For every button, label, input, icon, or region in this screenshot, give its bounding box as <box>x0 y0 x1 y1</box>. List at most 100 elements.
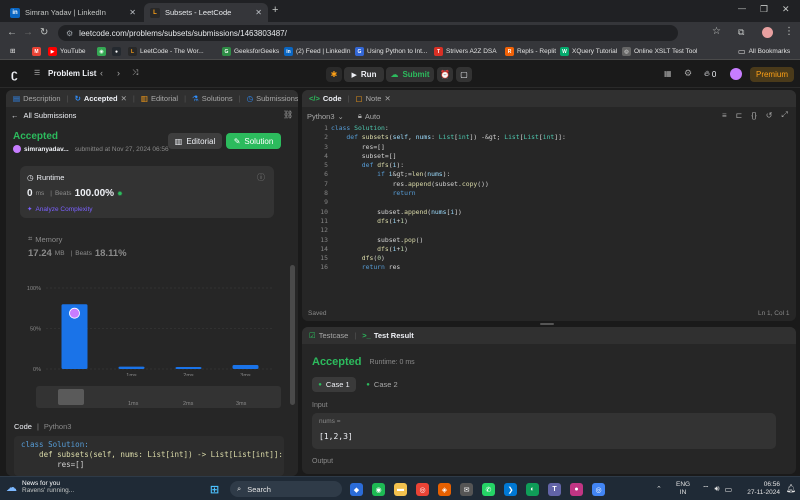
close-icon[interactable]: ✕ <box>255 8 262 17</box>
case-1-tab[interactable]: ● Case 1 <box>312 377 356 392</box>
code-area[interactable]: 1 2 3 4 5 6 7 8 9 10 11 12 13 14 15 16 class Solution: … <box>306 124 792 274</box>
alarm-button[interactable]: ⏰ <box>437 67 453 82</box>
streak-counter[interactable]: 🔥︎ 0 <box>704 69 716 79</box>
code-line[interactable]: subset.pop() <box>331 236 566 245</box>
chrome-menu-icon[interactable]: ⋮ <box>784 26 794 37</box>
notifications-icon[interactable]: 🔔︎ <box>786 484 796 493</box>
app-icon-2[interactable]: ● <box>570 483 583 496</box>
teams-icon[interactable]: T <box>548 483 561 496</box>
all-bookmarks[interactable]: ▭ All Bookmarks <box>738 47 790 56</box>
bookmark-xslt[interactable]: ◎ Online XSLT Test Tool <box>622 47 697 56</box>
forward-icon[interactable]: → <box>23 27 33 38</box>
chrome-profile-icon[interactable]: ◎ <box>592 483 605 496</box>
code-line[interactable]: res=[] <box>331 143 566 152</box>
bookmark-python[interactable]: G Using Python to Int... <box>355 47 427 56</box>
back-icon[interactable]: ← <box>7 27 17 38</box>
memory-header[interactable]: ⌗ Memory <box>28 234 62 244</box>
settings-icon[interactable]: ⚙ <box>684 68 692 79</box>
analyze-complexity-link[interactable]: ✦ Analyze Complexity <box>27 205 93 214</box>
profile-avatar[interactable] <box>762 27 773 38</box>
close-icon[interactable]: ✕ <box>384 94 390 103</box>
auto-mode-toggle[interactable]: 🔒︎ Auto <box>358 111 380 121</box>
system-tray[interactable]: ⌔ 🔊︎ ▭ <box>702 484 732 494</box>
reset-icon[interactable]: ↺ <box>766 111 773 120</box>
tab-testcase[interactable]: ☑ Testcase <box>309 331 348 340</box>
code-line[interactable]: dfs(i+1) <box>331 217 566 226</box>
copilot-icon[interactable]: ◆ <box>350 483 363 496</box>
tab-accepted[interactable]: ↻ Accepted ✕ <box>75 94 127 103</box>
code-line[interactable]: dfs(0) <box>331 254 566 263</box>
bookmark-youtube[interactable]: ▶ YouTube <box>48 47 86 56</box>
premium-button[interactable]: Premium <box>750 67 794 82</box>
input-box[interactable]: nums = [1,2,3] <box>312 413 776 449</box>
tray-chevron-icon[interactable]: ⌃ <box>656 485 662 493</box>
extensions-icon[interactable]: ⧉ <box>738 27 744 38</box>
username[interactable]: simranyadav... <box>24 146 69 153</box>
github-icon[interactable]: ● <box>112 47 121 56</box>
clock[interactable]: 06:56 27-11-2024 <box>744 481 780 497</box>
problem-list-link[interactable]: Problem List <box>48 69 96 78</box>
browser-tab-linkedin[interactable]: in Simran Yadav | LinkedIn ✕ <box>4 3 142 22</box>
layout-icon[interactable]: ▦ <box>664 69 672 78</box>
tab-test-result[interactable]: >_ Test Result <box>362 331 413 340</box>
bookmark-xquery[interactable]: W XQuery Tutorial <box>560 47 617 56</box>
gmail-icon[interactable]: M <box>32 47 41 56</box>
share-link-icon[interactable]: ⛓ <box>283 110 293 119</box>
code-line[interactable]: if i&gt;=len(nums): <box>331 170 566 179</box>
panel-scrollbar[interactable] <box>290 265 295 405</box>
tab-code[interactable]: </> Code <box>309 94 342 103</box>
tab-description[interactable]: ▤ Description <box>13 94 61 103</box>
tab-editorial[interactable]: ▥ Editorial <box>141 94 178 103</box>
shuffle-icon[interactable]: ⤨ <box>132 68 138 78</box>
close-icon[interactable]: ✕ <box>129 8 136 17</box>
window-close-icon[interactable]: ✕ <box>782 4 790 15</box>
new-tab-button[interactable]: + <box>272 4 278 16</box>
runtime-card[interactable]: ◷ Runtime ⓘ 0 ms | Beats 100.00% ✹ ✦ Analy… <box>20 166 274 218</box>
bookmark-icon[interactable]: ⊏ <box>736 111 743 120</box>
bookmark-leetcode[interactable]: L LeetCode - The Wor... <box>128 47 204 56</box>
file-explorer-icon[interactable]: ▬ <box>394 483 407 496</box>
bookmark-linkedin-feed[interactable]: in (2) Feed | LinkedIn <box>284 47 350 56</box>
editorial-button[interactable]: ▥ Editorial <box>168 133 222 149</box>
windows-start-icon[interactable]: ⊞ <box>208 483 221 496</box>
leetcode-logo[interactable]: ʗ <box>11 67 18 81</box>
maximize-icon[interactable]: ❐ <box>760 4 768 15</box>
code-line[interactable] <box>331 226 566 235</box>
code-line[interactable]: dfs(i+1) <box>331 245 566 254</box>
news-widget[interactable]: ☁ News for you Ravens' running... <box>6 480 74 494</box>
edge-icon[interactable]: ◐ <box>526 483 539 496</box>
code-line[interactable]: def subsets(self, nums: List[int]) -&gt;… <box>331 133 565 142</box>
notes-button[interactable]: ▢ <box>456 67 472 82</box>
code-line[interactable]: subset=[] <box>331 152 566 161</box>
tab-submissions[interactable]: ◷ Submissions <box>247 94 298 103</box>
bookmark-replit[interactable]: R Repls - Replit <box>505 47 556 56</box>
maps-icon[interactable]: ◉ <box>97 47 106 56</box>
url-bar[interactable]: ⚙ leetcode.com/problems/subsets/submissi… <box>58 25 678 41</box>
info-icon[interactable]: ⓘ <box>257 172 265 183</box>
runtime-distribution-chart[interactable]: 100% 50% 0% 1ms 2ms 3ms <box>6 276 286 376</box>
apps-icon[interactable]: ⊞ <box>10 47 15 55</box>
bookmark-geeksforgeeks[interactable]: G GeeksforGeeks <box>222 47 279 56</box>
fullscreen-icon[interactable]: ⤢ <box>781 110 787 120</box>
code-line[interactable]: return res <box>331 263 566 272</box>
solution-button[interactable]: ✎ Solution <box>226 133 281 149</box>
tab-solutions[interactable]: ⚗ Solutions <box>192 94 233 103</box>
vscode-icon[interactable]: ❯ <box>504 483 517 496</box>
whatsapp-icon[interactable]: ✆ <box>482 483 495 496</box>
app-icon[interactable]: ◈ <box>438 483 451 496</box>
code-line[interactable]: return <box>331 189 566 198</box>
minimize-icon[interactable]: — <box>738 4 746 13</box>
next-problem-icon[interactable]: › <box>117 68 120 78</box>
code-line[interactable]: class Solution: <box>331 124 566 133</box>
braces-icon[interactable]: {} <box>751 111 756 120</box>
debug-button[interactable]: ✱ <box>326 67 342 82</box>
panel-resize-handle[interactable] <box>540 323 554 325</box>
language-indicator[interactable]: ENG IN <box>676 481 690 497</box>
taskbar-search[interactable]: ⌕ Search <box>230 481 342 497</box>
code-line[interactable] <box>331 198 566 207</box>
submit-button[interactable]: ☁ Submit <box>386 67 434 82</box>
all-submissions-link[interactable]: ← All Submissions <box>11 111 76 120</box>
format-icon[interactable]: ≡ <box>722 111 727 120</box>
site-info-icon[interactable]: ⚙ <box>66 29 73 38</box>
chrome-icon[interactable]: ◎ <box>416 483 429 496</box>
